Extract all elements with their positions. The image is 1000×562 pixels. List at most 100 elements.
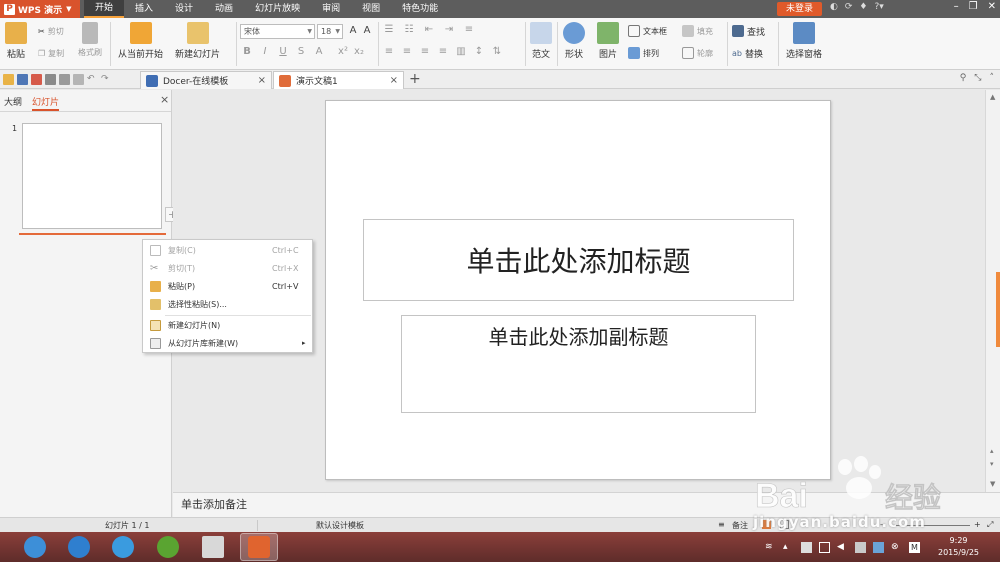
arrange-button[interactable]: 排列 (628, 44, 659, 62)
bullet-list-icon[interactable]: ☰ (382, 24, 396, 35)
menu-item-new-slide[interactable]: 新建幻灯片(N) (143, 316, 312, 334)
shirt-icon[interactable]: ♦ (859, 2, 867, 12)
tab-insert[interactable]: 插入 (124, 0, 164, 18)
tab-docer[interactable]: Docer-在线模板 × (140, 71, 272, 89)
stop-icon[interactable]: ⊗ (891, 542, 902, 553)
font-name-select[interactable]: 宋体 ▼ (240, 24, 315, 39)
tab-design[interactable]: 设计 (164, 0, 204, 18)
bold-icon[interactable]: B (240, 46, 254, 57)
fit-window-icon[interactable]: ⤢ (987, 520, 993, 530)
shadow-icon[interactable]: S (294, 46, 308, 57)
ime-icon[interactable]: M (909, 542, 920, 553)
side-tab[interactable] (996, 272, 1000, 347)
tab-home[interactable]: 开始 (84, 0, 125, 18)
slide-thumbnail[interactable] (22, 123, 162, 229)
close-icon[interactable]: ✕ (988, 1, 996, 12)
slide-canvas[interactable]: 单击此处添加标题 单击此处添加副标题 (325, 100, 831, 480)
maximize-icon[interactable]: ❐ (969, 1, 978, 12)
scroll-up-page-icon[interactable]: ▴ (990, 447, 994, 455)
collapse-icon[interactable]: ˄ (990, 73, 995, 83)
new-slide-button[interactable]: 新建幻灯片 (175, 22, 220, 60)
add-tab-icon[interactable]: + (409, 71, 421, 87)
picture-button[interactable]: 图片 (597, 22, 619, 60)
shrink-font-icon[interactable]: A (360, 25, 374, 36)
outdent-icon[interactable]: ⇤ (422, 24, 436, 35)
menu-item-cut[interactable]: ✂ 剪切(T) Ctrl+X (143, 259, 312, 277)
grow-font-icon[interactable]: A (346, 25, 360, 36)
numbered-list-icon[interactable]: ☷ (402, 24, 416, 35)
tab-slideshow[interactable]: 幻灯片放映 (244, 0, 311, 18)
fill-button[interactable]: 填充 (682, 22, 713, 40)
indent-icon[interactable]: ⇥ (442, 24, 456, 35)
scroll-down-icon[interactable]: ▼ (990, 480, 995, 488)
select-pane-button[interactable]: 选择窗格 (786, 22, 822, 60)
volume-icon[interactable]: ◀ (837, 542, 848, 553)
justify-icon[interactable]: ≡ (436, 46, 450, 57)
taskbar-app-wps[interactable] (240, 533, 278, 561)
sync-icon[interactable]: ⟳ (845, 2, 853, 12)
cut-button[interactable]: ✂ 剪切 (38, 22, 64, 40)
find-button[interactable]: 查找 (732, 22, 765, 40)
close-icon[interactable]: × (390, 75, 398, 86)
clock[interactable]: 9:29 2015/9/25 (938, 535, 979, 559)
open-icon[interactable] (3, 74, 14, 85)
align-right-icon[interactable]: ≡ (418, 46, 432, 57)
notes-toggle-icon[interactable]: ≡ (718, 520, 725, 529)
login-button[interactable]: 未登录 (777, 2, 822, 16)
close-icon[interactable]: × (258, 75, 266, 86)
design-template[interactable]: 默认设计模板 (316, 520, 364, 531)
outline-button[interactable]: 轮廓 (682, 44, 713, 62)
taskbar-app-ie[interactable] (60, 533, 98, 561)
title-placeholder[interactable]: 单击此处添加标题 (363, 219, 794, 301)
align-left-icon[interactable]: ≡ (382, 46, 396, 57)
superscript-icon[interactable]: x² (336, 46, 350, 57)
print-preview-icon[interactable] (59, 74, 70, 85)
tray-app-icon[interactable] (801, 542, 812, 553)
wifi-icon[interactable]: ≋ (765, 542, 776, 553)
spellcheck-icon[interactable] (73, 74, 84, 85)
font-size-select[interactable]: 18 ▼ (317, 24, 343, 39)
taskbar-app-utorrent[interactable] (149, 533, 187, 561)
taskbar-app-explorer[interactable] (194, 533, 232, 561)
scroll-up-icon[interactable]: ▲ (990, 93, 995, 101)
scroll-down-page-icon[interactable]: ▾ (990, 460, 994, 468)
distribute-icon[interactable]: ▥ (454, 46, 468, 57)
shape-button[interactable]: 形状 (563, 22, 585, 60)
format-painter-button[interactable]: 格式刷 (78, 22, 102, 58)
help-icon[interactable]: ?▾ (874, 2, 883, 12)
copy-button[interactable]: ❐ 复制 (38, 44, 64, 62)
from-current-button[interactable]: 从当前开始 (118, 22, 163, 60)
tab-features[interactable]: 特色功能 (391, 0, 449, 18)
taskbar-app-qq[interactable] (16, 533, 54, 561)
network-icon[interactable] (873, 542, 884, 553)
replace-button[interactable]: ab 替换 (732, 44, 763, 62)
undo-icon[interactable]: ↶ (87, 74, 98, 85)
expand-icon[interactable]: ⤡ (974, 73, 981, 83)
pdf-icon[interactable] (31, 74, 42, 85)
menu-item-paste[interactable]: 粘贴(P) Ctrl+V (143, 277, 312, 295)
template-button[interactable]: 范文 (530, 22, 552, 60)
subtitle-placeholder[interactable]: 单击此处添加副标题 (401, 315, 756, 413)
font-color-icon[interactable]: A (312, 46, 326, 57)
paste-button[interactable]: 粘贴 (5, 22, 27, 60)
pin-icon[interactable]: ⚲ (960, 73, 967, 83)
app-menu-button[interactable]: P WPS 演示 ▼ (0, 0, 80, 18)
close-icon[interactable]: × (160, 93, 169, 106)
notes-toggle-label[interactable]: 备注 (732, 520, 748, 531)
text-direction-icon[interactable]: ⇅ (490, 46, 504, 57)
zoom-in-icon[interactable]: + (974, 520, 981, 529)
save-icon[interactable] (17, 74, 28, 85)
italic-icon[interactable]: I (258, 46, 272, 57)
tab-animation[interactable]: 动画 (204, 0, 244, 18)
underline-icon[interactable]: U (276, 46, 290, 57)
taskbar-app-safari[interactable] (104, 533, 142, 561)
columns-icon[interactable]: ≡ (462, 24, 476, 35)
redo-icon[interactable]: ↷ (101, 74, 112, 85)
tray-arrow-icon[interactable]: ▴ (783, 542, 794, 553)
align-center-icon[interactable]: ≡ (400, 46, 414, 57)
print-icon[interactable] (45, 74, 56, 85)
tab-review[interactable]: 审阅 (311, 0, 351, 18)
textbox-button[interactable]: 文本框 (628, 22, 667, 40)
line-spacing-icon[interactable]: ↕ (472, 46, 486, 57)
tab-slides[interactable]: 幻灯片 (32, 95, 60, 111)
